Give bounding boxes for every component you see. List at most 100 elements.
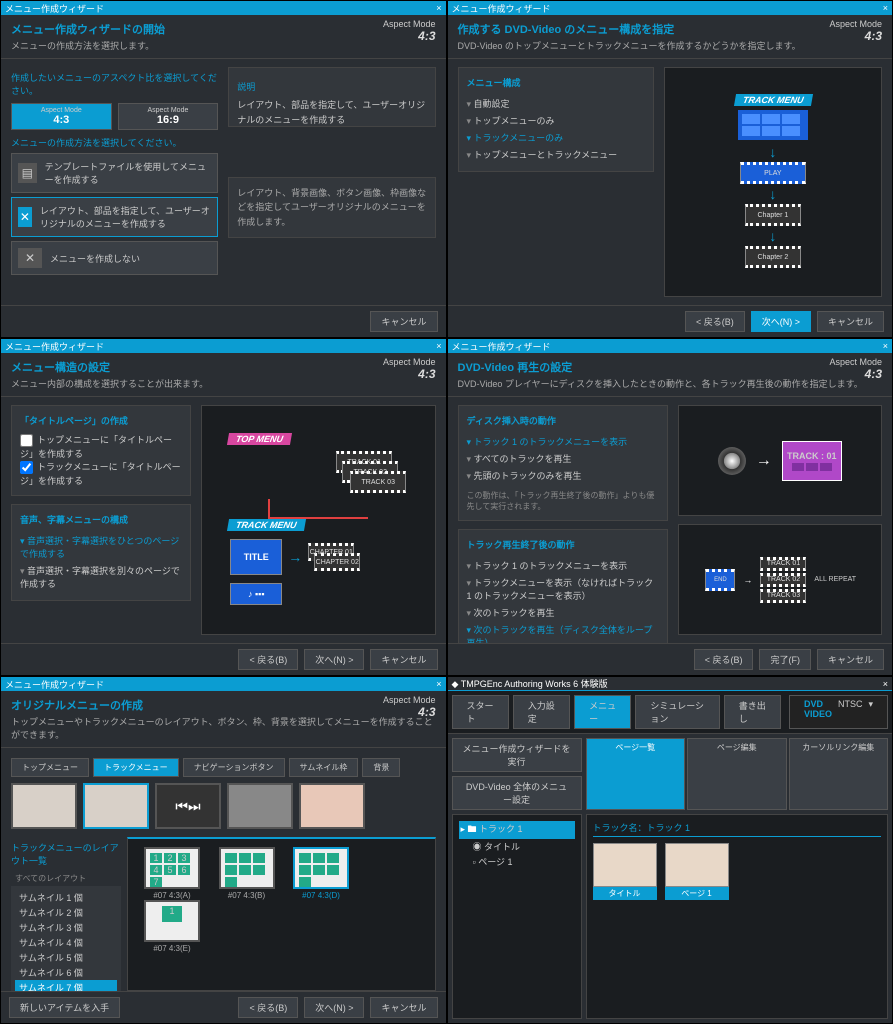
titlebar[interactable]: メニュー作成ウィザード × xyxy=(448,339,893,353)
list-item[interactable]: サムネイル 1 個 xyxy=(15,890,117,905)
preview-bg[interactable] xyxy=(299,783,365,829)
description-detail: レイアウト、背景画像、ボタン画像、枠画像などを指定してユーザーオリジナルのメニュ… xyxy=(228,177,435,238)
list-item[interactable]: サムネイル 2 個 xyxy=(15,905,117,920)
list-item[interactable]: サムネイル 5 個 xyxy=(15,950,117,965)
preview-nav[interactable]: ⏮⏭ xyxy=(155,783,221,829)
tab-track-menu[interactable]: トラックメニュー xyxy=(93,758,179,777)
tree-page1[interactable]: ▫ ページ 1 xyxy=(459,854,575,869)
subtab-page-edit[interactable]: ページ編集 xyxy=(687,738,787,810)
close-icon[interactable]: × xyxy=(436,341,441,351)
opt-single-page[interactable]: 音声選択・字幕選択をひとつのページで作成する xyxy=(20,532,182,562)
run-wizard-button[interactable]: メニュー作成ウィザードを実行 xyxy=(452,738,582,772)
after-play-panel: トラック再生終了後の動作 トラック 1 のトラックメニューを表示 トラックメニュ… xyxy=(458,529,668,643)
titlebar[interactable]: メニュー作成ウィザード × xyxy=(1,339,446,353)
subtab-cursor-link[interactable]: カーソルリンク編集 xyxy=(789,738,889,810)
titlebar[interactable]: メニュー作成ウィザード × xyxy=(1,1,446,15)
page-thumb-page1[interactable]: ページ 1 xyxy=(665,843,729,900)
method-custom[interactable]: ✕レイアウト、部品を指定して、ユーザーオリジナルのメニューを作成する xyxy=(11,197,218,237)
panel-title: トラック再生終了後の動作 xyxy=(467,538,659,551)
tab-input[interactable]: 入力設定 xyxy=(513,695,570,729)
tab-output[interactable]: 書き出し xyxy=(724,695,781,729)
preview-track[interactable] xyxy=(83,783,149,829)
back-button[interactable]: < 戻る(B) xyxy=(238,649,298,670)
opt-separate-pages[interactable]: 音声選択・字幕選択を別々のページで作成する xyxy=(20,562,182,592)
tab-simulation[interactable]: シミュレーション xyxy=(635,695,719,729)
layout-option[interactable]: 1234567 #07 4:3(A) xyxy=(144,847,200,900)
method-template[interactable]: ▤テンプレートファイルを使用してメニューを作成する xyxy=(11,153,218,193)
preview-top[interactable] xyxy=(11,783,77,829)
audio-subtitle-panel: 音声、字幕メニューの構成 音声選択・字幕選択をひとつのページで作成する 音声選択… xyxy=(11,504,191,601)
list-item[interactable]: サムネイル 7 個 xyxy=(15,980,117,991)
chk-top-title[interactable]: トップメニューに「タイトルページ」を作成する xyxy=(20,433,172,461)
back-button[interactable]: < 戻る(B) xyxy=(685,311,745,332)
opt-after-loop[interactable]: 次のトラックを再生（ディスク全体をループ再生） xyxy=(467,621,659,643)
opt-insert-playall[interactable]: すべてのトラックを再生 xyxy=(467,450,659,467)
opt-auto[interactable]: 自動設定 xyxy=(467,95,645,112)
chevron-down-icon: ▾ xyxy=(868,699,873,725)
list-item[interactable]: サムネイル 6 個 xyxy=(15,965,117,980)
aspect-indicator: Aspect Mode4:3 xyxy=(829,19,882,43)
opt-after-trackmenu[interactable]: トラック 1 のトラックメニューを表示 xyxy=(467,557,659,574)
close-icon[interactable]: × xyxy=(883,3,888,13)
page-preview xyxy=(593,843,657,887)
next-button[interactable]: 次へ(N) > xyxy=(304,997,364,1018)
opt-after-next[interactable]: 次のトラックを再生 xyxy=(467,604,659,621)
cancel-button[interactable]: キャンセル xyxy=(817,649,884,670)
cancel-button[interactable]: キャンセル xyxy=(370,997,437,1018)
close-icon[interactable]: × xyxy=(883,679,888,689)
tab-background[interactable]: 背景 xyxy=(362,758,400,777)
cancel-button[interactable]: キャンセル xyxy=(370,311,437,332)
list-item[interactable]: サムネイル 4 個 xyxy=(15,935,117,950)
subtab-page-list[interactable]: ページ一覧 xyxy=(586,738,686,810)
layout-list[interactable]: サムネイル 1 個 サムネイル 2 個 サムネイル 3 個 サムネイル 4 個 … xyxy=(11,886,121,991)
opt-top-only[interactable]: トップメニューのみ xyxy=(467,112,645,129)
global-settings-button[interactable]: DVD-Video 全体のメニュー設定 xyxy=(452,776,582,810)
next-button[interactable]: 次へ(N) > xyxy=(304,649,364,670)
tab-nav-buttons[interactable]: ナビゲーションボタン xyxy=(183,758,285,777)
window-title: メニュー作成ウィザード xyxy=(5,340,104,353)
chk-track-title[interactable]: トラックメニューに「タイトルページ」を作成する xyxy=(20,460,181,488)
track-tree[interactable]: ▸ 🖿 トラック 1 ◉ タイトル ▫ ページ 1 xyxy=(452,814,582,1019)
get-items-button[interactable]: 新しいアイテムを入手 xyxy=(9,997,120,1018)
next-button[interactable]: 次へ(N) > xyxy=(751,311,811,332)
method-none[interactable]: ✕メニューを作成しない xyxy=(11,241,218,275)
titlebar[interactable]: メニュー作成ウィザード × xyxy=(1,677,446,691)
done-button[interactable]: 完了(F) xyxy=(759,649,811,670)
opt-insert-trackmenu[interactable]: トラック 1 のトラックメニューを表示 xyxy=(467,433,659,450)
layout-option[interactable]: 1 #07 4:3(E) xyxy=(144,900,200,953)
preview-frame[interactable] xyxy=(227,783,293,829)
tree-track[interactable]: ▸ 🖿 トラック 1 xyxy=(459,821,575,839)
close-icon[interactable]: × xyxy=(436,3,441,13)
chapter02-film: CHAPTER 02 xyxy=(314,553,360,571)
tab-start[interactable]: スタート xyxy=(452,695,509,729)
titlebar[interactable]: ◆ TMPGEnc Authoring Works 6 体験版 × xyxy=(448,677,893,691)
wizard-step3: メニュー作成ウィザード × メニュー構造の設定 メニュー内部の構成を選択すること… xyxy=(0,338,447,676)
cancel-button[interactable]: キャンセル xyxy=(370,649,437,670)
opt-both[interactable]: トップメニューとトラックメニュー xyxy=(467,146,645,163)
opt-insert-playfirst[interactable]: 先頭のトラックのみを再生 xyxy=(467,467,659,484)
ratio-16-9[interactable]: Aspect Mode16:9 xyxy=(118,103,219,130)
list-item[interactable]: サムネイル 3 個 xyxy=(15,920,117,935)
track-menu-badge: TRACK MENU xyxy=(227,519,306,531)
tab-menu[interactable]: メニュー xyxy=(574,695,631,729)
opt-after-showmenu[interactable]: トラックメニューを表示（なければトラック 1 のトラックメニューを表示） xyxy=(467,574,659,604)
tab-thumbnail-frame[interactable]: サムネイル枠 xyxy=(289,758,359,777)
tab-top-menu[interactable]: トップメニュー xyxy=(11,758,89,777)
header: オリジナルメニューの作成 トップメニューやトラックメニューのレイアウト、ボタン、… xyxy=(1,691,446,748)
titlebar[interactable]: メニュー作成ウィザード × xyxy=(448,1,893,15)
ratio-label: 作成したいメニューのアスペクト比を選択してください。 xyxy=(11,71,218,97)
close-icon[interactable]: × xyxy=(883,341,888,351)
layout-option[interactable]: #07 4:3(B) xyxy=(219,847,275,900)
close-icon[interactable]: × xyxy=(436,679,441,689)
layout-grid: 1234567 #07 4:3(A) #07 4:3(B) #07 4:3(D)… xyxy=(127,837,436,991)
tree-title[interactable]: ◉ タイトル xyxy=(459,839,575,854)
back-button[interactable]: < 戻る(B) xyxy=(694,649,754,670)
page-thumb-title[interactable]: タイトル xyxy=(593,843,657,900)
cancel-button[interactable]: キャンセル xyxy=(817,311,884,332)
menu-structure-panel: メニュー構成 自動設定 トップメニューのみ トラックメニューのみ トップメニュー… xyxy=(458,67,654,172)
format-indicator[interactable]: DVD VIDEO NTSC ▾ xyxy=(789,695,888,729)
layout-option[interactable]: #07 4:3(D) xyxy=(293,847,349,900)
ratio-4-3[interactable]: Aspect Mode4:3 xyxy=(11,103,112,130)
opt-track-only[interactable]: トラックメニューのみ xyxy=(467,129,645,146)
back-button[interactable]: < 戻る(B) xyxy=(238,997,298,1018)
